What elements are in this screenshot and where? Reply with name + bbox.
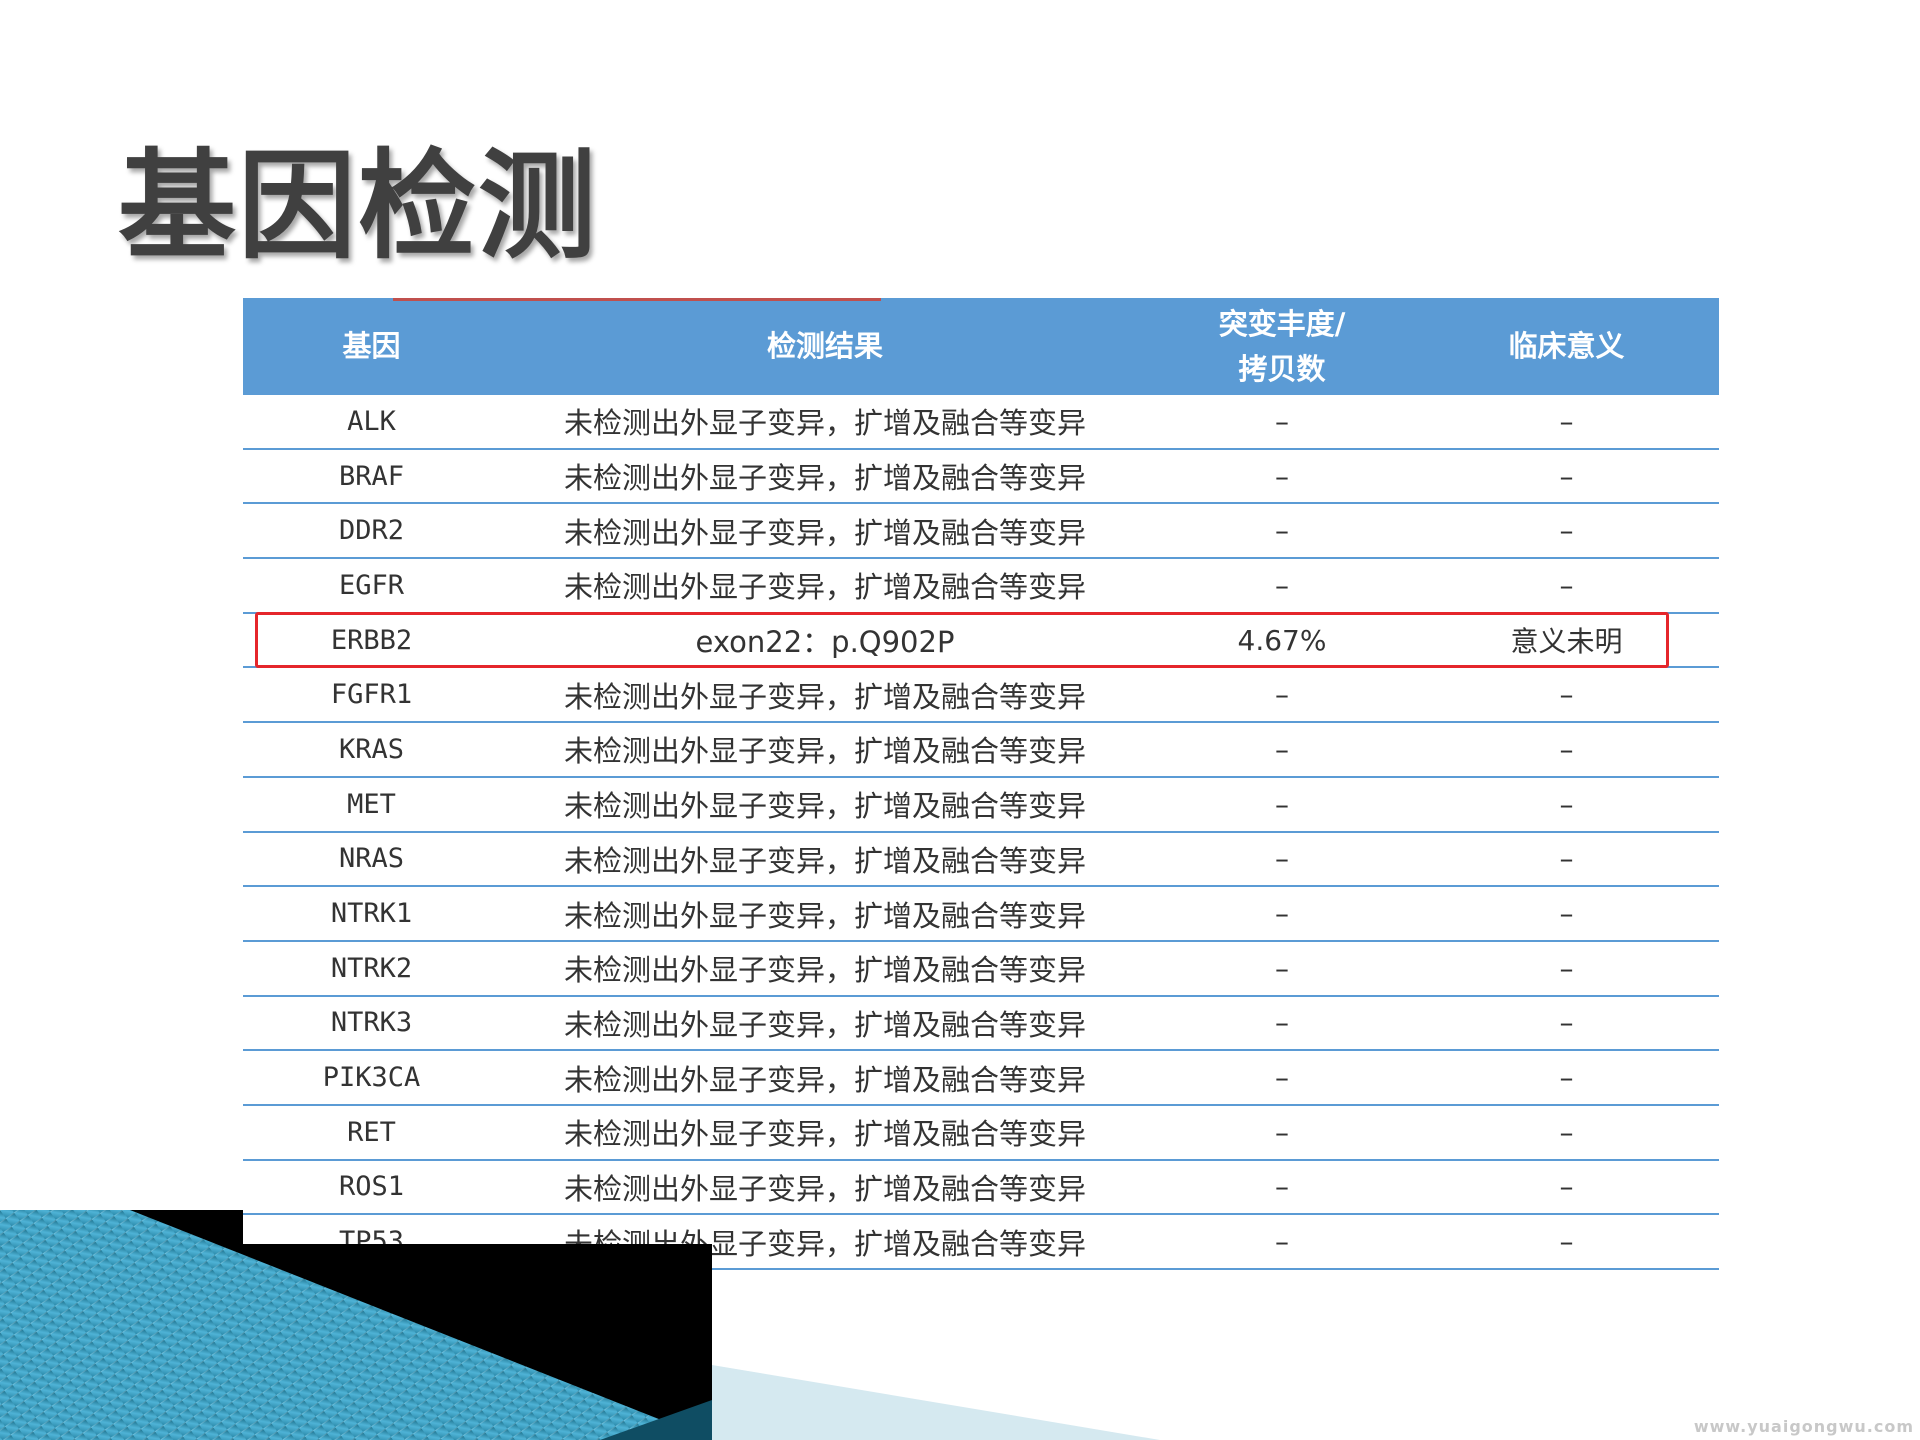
result-cell: 未检测出外显子变异，扩增及融合等变异: [500, 1159, 1150, 1216]
significance-cell: –: [1414, 1159, 1719, 1216]
abundance-cell: –: [1150, 940, 1414, 997]
significance-cell: –: [1414, 503, 1719, 560]
table-row: KRAS 未检测出外显子变异，扩增及融合等变异 – –: [243, 722, 1719, 778]
result-cell: 未检测出外显子变异，扩增及融合等变异: [500, 558, 1150, 614]
significance-cell: –: [1414, 448, 1719, 505]
abundance-cell: –: [1150, 503, 1414, 560]
header-significance: 临床意义: [1414, 298, 1719, 395]
gene-test-table-wrap: 基因 检测结果 突变丰度/ 拷贝数 临床意义 ALK 未检测出外显子变异，扩增及融…: [243, 298, 1719, 1270]
significance-cell: –: [1414, 776, 1719, 833]
result-cell: 未检测出外显子变异，扩增及融合等变异: [500, 1050, 1150, 1106]
gene-cell: NTRK1: [243, 886, 500, 942]
abundance-cell: –: [1150, 395, 1414, 450]
table-row: NTRK2 未检测出外显子变异，扩增及融合等变异 – –: [243, 940, 1719, 997]
abundance-cell: –: [1150, 886, 1414, 942]
table-row: ROS1 未检测出外显子变异，扩增及融合等变异 – –: [243, 1159, 1719, 1216]
table-row: ALK 未检测出外显子变异，扩增及融合等变异 – –: [243, 395, 1719, 450]
significance-cell: –: [1414, 1104, 1719, 1161]
table-row: PIK3CA 未检测出外显子变异，扩增及融合等变异 – –: [243, 1050, 1719, 1106]
significance-cell: –: [1414, 1050, 1719, 1106]
slide-title: 基因检测: [118, 137, 599, 275]
result-cell: 未检测出外显子变异，扩增及融合等变异: [500, 722, 1150, 778]
result-cell: 未检测出外显子变异，扩增及融合等变异: [500, 1104, 1150, 1161]
abundance-cell: –: [1150, 1050, 1414, 1106]
header-result: 检测结果: [500, 298, 1150, 395]
abundance-cell: –: [1150, 667, 1414, 724]
result-cell: 未检测出外显子变异，扩增及融合等变异: [500, 886, 1150, 942]
significance-cell: –: [1414, 667, 1719, 724]
result-cell: 未检测出外显子变异，扩增及融合等变异: [500, 667, 1150, 724]
significance-cell: 意义未明: [1414, 612, 1719, 669]
gene-cell: ROS1: [243, 1159, 500, 1216]
result-cell: 未检测出外显子变异，扩增及融合等变异: [500, 776, 1150, 833]
result-cell: 未检测出外显子变异，扩增及融合等变异: [500, 831, 1150, 888]
result-cell: 未检测出外显子变异，扩增及融合等变异: [500, 448, 1150, 505]
header-abundance: 突变丰度/ 拷贝数: [1150, 298, 1414, 395]
significance-cell: –: [1414, 995, 1719, 1052]
gene-cell: KRAS: [243, 722, 500, 778]
result-cell: 未检测出外显子变异，扩增及融合等变异: [500, 995, 1150, 1052]
table-row: NRAS 未检测出外显子变异，扩增及融合等变异 – –: [243, 831, 1719, 888]
abundance-cell: 4.67%: [1150, 612, 1414, 669]
table-row: RET 未检测出外显子变异，扩增及融合等变异 – –: [243, 1104, 1719, 1161]
header-gene: 基因: [243, 298, 500, 395]
gene-cell: PIK3CA: [243, 1050, 500, 1106]
result-cell: exon22：p.Q902P: [500, 612, 1150, 669]
watermark-text: www.yuaigongwu.com: [1693, 1417, 1914, 1436]
gene-test-table: 基因 检测结果 突变丰度/ 拷贝数 临床意义 ALK 未检测出外显子变异，扩增及融…: [243, 298, 1719, 1270]
table-row: EGFR 未检测出外显子变异，扩增及融合等变异 – –: [243, 558, 1719, 614]
gene-cell: RET: [243, 1104, 500, 1161]
table-row: NTRK3 未检测出外显子变异，扩增及融合等变异 – –: [243, 995, 1719, 1052]
abundance-cell: –: [1150, 995, 1414, 1052]
abundance-cell: –: [1150, 776, 1414, 833]
table-row: NTRK1 未检测出外显子变异，扩增及融合等变异 – –: [243, 886, 1719, 942]
gene-cell: NRAS: [243, 831, 500, 888]
result-cell: 未检测出外显子变异，扩增及融合等变异: [500, 503, 1150, 560]
abundance-cell: –: [1150, 448, 1414, 505]
significance-cell: –: [1414, 1214, 1719, 1270]
table-row: MET 未检测出外显子变异，扩增及融合等变异 – –: [243, 776, 1719, 833]
result-cell: 未检测出外显子变异，扩增及融合等变异: [500, 940, 1150, 997]
abundance-cell: –: [1150, 1159, 1414, 1216]
gene-cell: MET: [243, 776, 500, 833]
significance-cell: –: [1414, 886, 1719, 942]
significance-cell: –: [1414, 940, 1719, 997]
header-accent-line: [393, 298, 881, 301]
gene-cell: NTRK3: [243, 995, 500, 1052]
abundance-cell: –: [1150, 558, 1414, 614]
gene-cell: ALK: [243, 395, 500, 450]
abundance-cell: –: [1150, 722, 1414, 778]
table-header-row: 基因 检测结果 突变丰度/ 拷贝数 临床意义: [243, 298, 1719, 395]
gene-cell: NTRK2: [243, 940, 500, 997]
significance-cell: –: [1414, 831, 1719, 888]
abundance-cell: –: [1150, 1104, 1414, 1161]
significance-cell: –: [1414, 722, 1719, 778]
gene-cell: DDR2: [243, 503, 500, 560]
significance-cell: –: [1414, 395, 1719, 450]
corner-decoration: [0, 1210, 1160, 1440]
gene-cell: BRAF: [243, 448, 500, 505]
table-row: DDR2 未检测出外显子变异，扩增及融合等变异 – –: [243, 503, 1719, 560]
table-row: FGFR1 未检测出外显子变异，扩增及融合等变异 – –: [243, 667, 1719, 724]
abundance-cell: –: [1150, 1214, 1414, 1270]
abundance-cell: –: [1150, 831, 1414, 888]
significance-cell: –: [1414, 558, 1719, 614]
table-row: ERBB2 exon22：p.Q902P 4.67% 意义未明: [243, 612, 1719, 669]
table-row: BRAF 未检测出外显子变异，扩增及融合等变异 – –: [243, 448, 1719, 505]
corner-light-wedge: [712, 1365, 1160, 1440]
result-cell: 未检测出外显子变异，扩增及融合等变异: [500, 395, 1150, 450]
gene-cell: EGFR: [243, 558, 500, 614]
gene-cell: ERBB2: [243, 612, 500, 669]
gene-cell: FGFR1: [243, 667, 500, 724]
